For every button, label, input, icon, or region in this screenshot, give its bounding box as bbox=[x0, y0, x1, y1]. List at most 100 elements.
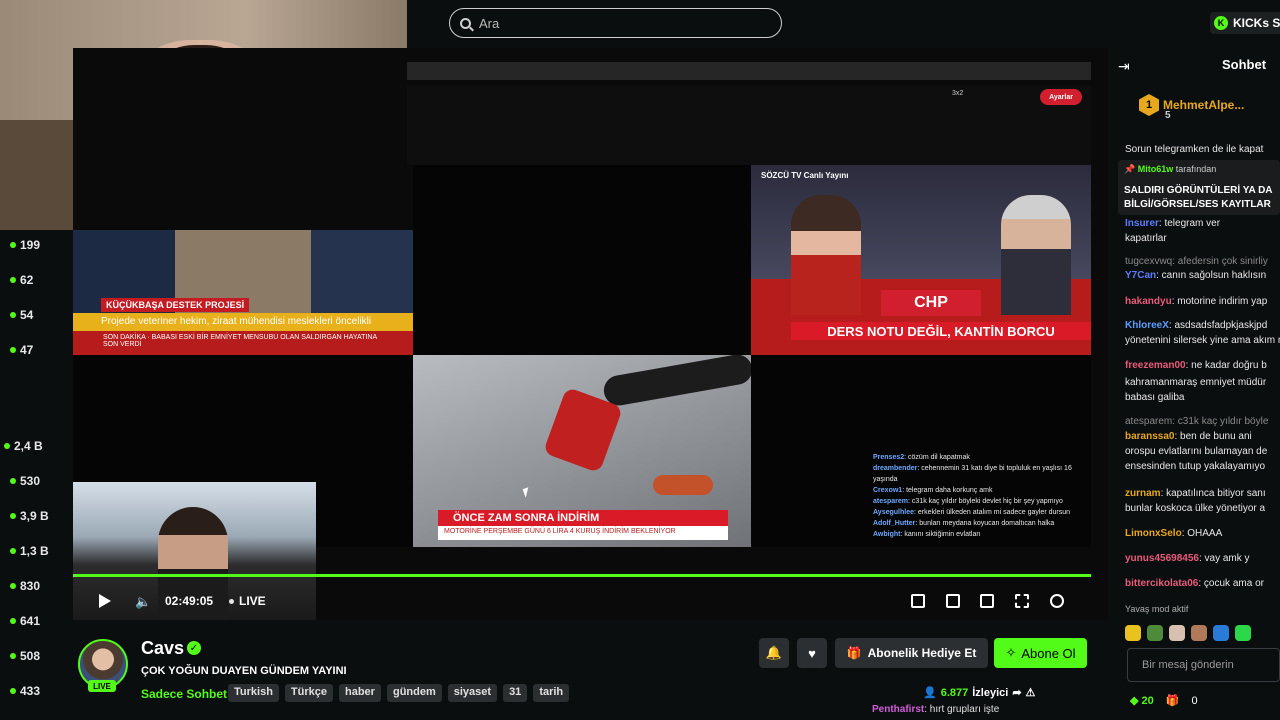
overlay-chat-line: Awbight: kanını siktiğimin evlatları bbox=[873, 531, 981, 538]
overlay-chat-line: Aysegulhlee: erkekleri ülkeden atalım mi… bbox=[873, 509, 1071, 516]
gift-sub-button[interactable]: 🎁 Abonelik Hediye Et bbox=[835, 638, 988, 668]
chat-message: baranssa0: ben de bunu ani bbox=[1125, 431, 1252, 442]
report-icon[interactable]: ⚠ bbox=[1026, 686, 1036, 699]
live-label[interactable]: LIVE bbox=[239, 594, 266, 608]
top-gifter[interactable]: 1 MehmetAlpe... 5 bbox=[1139, 94, 1244, 121]
rail-item[interactable]: 2,4 B bbox=[4, 439, 43, 453]
chat-message: Sorun telegramken de ile kapat bbox=[1125, 144, 1264, 155]
gifter-badge-icon: 1 bbox=[1139, 94, 1159, 116]
emote-icon[interactable] bbox=[1169, 625, 1185, 641]
kick-points[interactable]: ◆ 20 bbox=[1130, 694, 1154, 707]
chat-message: Insurer: telegram ver bbox=[1125, 218, 1221, 229]
emote-icon[interactable] bbox=[1125, 625, 1141, 641]
notification-bell-button[interactable]: 🔔 bbox=[759, 638, 789, 668]
rail-item[interactable]: 508 bbox=[10, 649, 40, 663]
followed-channels-rail: 199 62 54 47 2,4 B 530 3,9 B 1,3 B 830 6… bbox=[0, 230, 70, 720]
tag[interactable]: 31 bbox=[503, 684, 528, 702]
gift-icon[interactable]: 🎁 bbox=[1166, 694, 1180, 707]
overlay-chat-line: dreambender: cehennemin 31 katı diye bi … bbox=[873, 465, 1072, 483]
rail-item[interactable]: 47 bbox=[10, 343, 33, 357]
tag[interactable]: siyaset bbox=[447, 684, 498, 702]
fullscreen-icon[interactable] bbox=[1015, 594, 1029, 608]
tag[interactable]: tarih bbox=[533, 684, 570, 702]
pip-icon[interactable] bbox=[980, 594, 994, 608]
share-icon[interactable]: ➦ bbox=[1012, 686, 1021, 699]
chat-title: Sohbet bbox=[1222, 57, 1267, 72]
news-tile-2 bbox=[413, 165, 751, 355]
rail-item[interactable]: 199 bbox=[10, 238, 40, 252]
rail-item[interactable]: 54 bbox=[10, 308, 33, 322]
tag-list: Turkish Türkçe haber gündem siyaset 31 t… bbox=[228, 684, 570, 702]
rail-item[interactable]: 830 bbox=[10, 579, 40, 593]
chat-message: LimonxSelo: OHAAA bbox=[1125, 528, 1223, 539]
chat-message: bittercikolata06: çocuk ama or bbox=[1125, 578, 1264, 589]
play-icon[interactable] bbox=[99, 594, 111, 608]
chat-input[interactable]: Bir mesaj gönderin bbox=[1127, 648, 1280, 682]
viewer-count: 👤 6.877 İzleyici ➦ ⚠ bbox=[923, 686, 1036, 700]
chp-logo: CHP bbox=[881, 290, 981, 316]
chat-message: yönetenini silersek yine ama akım me bbox=[1125, 335, 1280, 346]
rail-item[interactable]: 3,9 B bbox=[10, 509, 49, 523]
news-tile-3: SÖZCÜ TV Canlı Yayını CHP DERS NOTU DEĞİ… bbox=[751, 165, 1091, 355]
pin-icon: 📌 bbox=[1124, 164, 1136, 174]
chat-message: yunus45698456: vay amk y bbox=[1125, 553, 1250, 564]
sparkle-icon: ✧ bbox=[1005, 645, 1017, 660]
tag[interactable]: Turkish bbox=[228, 684, 279, 702]
overlay-chat-line: Penthafirst: hırt grupları işte bbox=[872, 704, 1000, 715]
chat-message: orospu evlatlarını bulamayan de bbox=[1125, 446, 1268, 457]
follow-button[interactable]: ♥ bbox=[797, 638, 827, 668]
search-input[interactable]: Ara bbox=[449, 8, 782, 38]
player-controls: 🔈 02:49:05 LIVE bbox=[73, 580, 1091, 620]
chat-message: atesparem: c31k kaç yıldır böyle bbox=[1125, 416, 1269, 427]
kick-logo-icon: K bbox=[1214, 16, 1228, 30]
chat-message: bunlar koskoca ülke yönetiyor a bbox=[1125, 503, 1266, 514]
emote-icon[interactable] bbox=[1191, 625, 1207, 641]
chat-message: ensesinden tutup yakalayamıyo bbox=[1125, 461, 1266, 472]
stream-title: ÇOK YOĞUN DUAYEN GÜNDEM YAYINI bbox=[141, 665, 347, 677]
collapse-chat-icon[interactable]: ⇥ bbox=[1118, 58, 1130, 75]
chat-message: KhloreeX: asdsadsfadpkjaskjpd bbox=[1125, 320, 1268, 331]
rail-item[interactable]: 433 bbox=[10, 684, 40, 698]
heart-icon: ♥ bbox=[808, 645, 816, 661]
subscribe-button[interactable]: ✧ Abone Ol bbox=[994, 638, 1087, 668]
chat-message: tugcexvwq: afedersin çok sinirliy bbox=[1125, 256, 1268, 267]
emote-icon[interactable] bbox=[1235, 625, 1251, 641]
volume-icon[interactable]: 🔈 bbox=[135, 594, 151, 609]
tag[interactable]: haber bbox=[339, 684, 381, 702]
embedded-page-header bbox=[407, 85, 1091, 165]
rail-item[interactable]: 641 bbox=[10, 614, 40, 628]
gift-icon: 🎁 bbox=[846, 646, 862, 660]
channel-name[interactable]: Cavs bbox=[141, 638, 184, 659]
chat-message: zurnam: kapatılınca bitiyor sanı bbox=[1125, 488, 1266, 499]
tag[interactable]: gündem bbox=[386, 684, 442, 702]
pinned-message[interactable]: 📌 Mito61w tarafından SALDIRI GÖRÜNTÜLERİ… bbox=[1118, 160, 1280, 215]
emote-icon[interactable] bbox=[1147, 625, 1163, 641]
chat-message: babası galiba bbox=[1125, 392, 1185, 403]
emote-icon[interactable] bbox=[1213, 625, 1229, 641]
slow-mode-notice: Yavaş mod aktif bbox=[1125, 604, 1189, 614]
tag[interactable]: Türkçe bbox=[284, 684, 333, 702]
rail-item[interactable]: 1,3 B bbox=[10, 544, 49, 558]
chat-message: freezeman00: ne kadar doğru b bbox=[1125, 360, 1267, 371]
kicks-button[interactable]: K KICKs Sa bbox=[1210, 12, 1280, 34]
grid-layout-control: 3x2 bbox=[952, 90, 964, 97]
rail-item[interactable]: 62 bbox=[10, 273, 33, 287]
settings-gear-icon[interactable] bbox=[1050, 594, 1064, 608]
chat-message: kahramanmaraş emniyet müdür bbox=[1125, 377, 1267, 388]
playback-time: 02:49:05 bbox=[165, 594, 214, 608]
clip-icon[interactable] bbox=[911, 594, 925, 608]
rail-item[interactable]: 530 bbox=[10, 474, 40, 488]
category-link[interactable]: Sadece Sohbet bbox=[141, 687, 227, 701]
chat-message: kapatırlar bbox=[1125, 233, 1167, 244]
chat-message: Y7Can: canın sağolsun haklısın bbox=[1125, 270, 1267, 281]
settings-pill: Ayarlar bbox=[1040, 89, 1082, 105]
overlay-chat-line: Prenses2: cözüm dil kapatmak bbox=[873, 454, 970, 461]
overlay-chat-line: Crexow1: telegram daha korkunç amk bbox=[873, 487, 993, 494]
user-icon: 👤 bbox=[923, 687, 937, 699]
chat-message: hakandyu: motorine indirim yap bbox=[1125, 296, 1268, 307]
emote-bar bbox=[1125, 625, 1251, 641]
theater-icon[interactable] bbox=[946, 594, 960, 608]
bell-icon: 🔔 bbox=[765, 645, 783, 660]
progress-bar[interactable] bbox=[73, 574, 1091, 577]
overlay-chat: Prenses2: cözüm dil kapatmak dreambender… bbox=[873, 452, 1088, 540]
